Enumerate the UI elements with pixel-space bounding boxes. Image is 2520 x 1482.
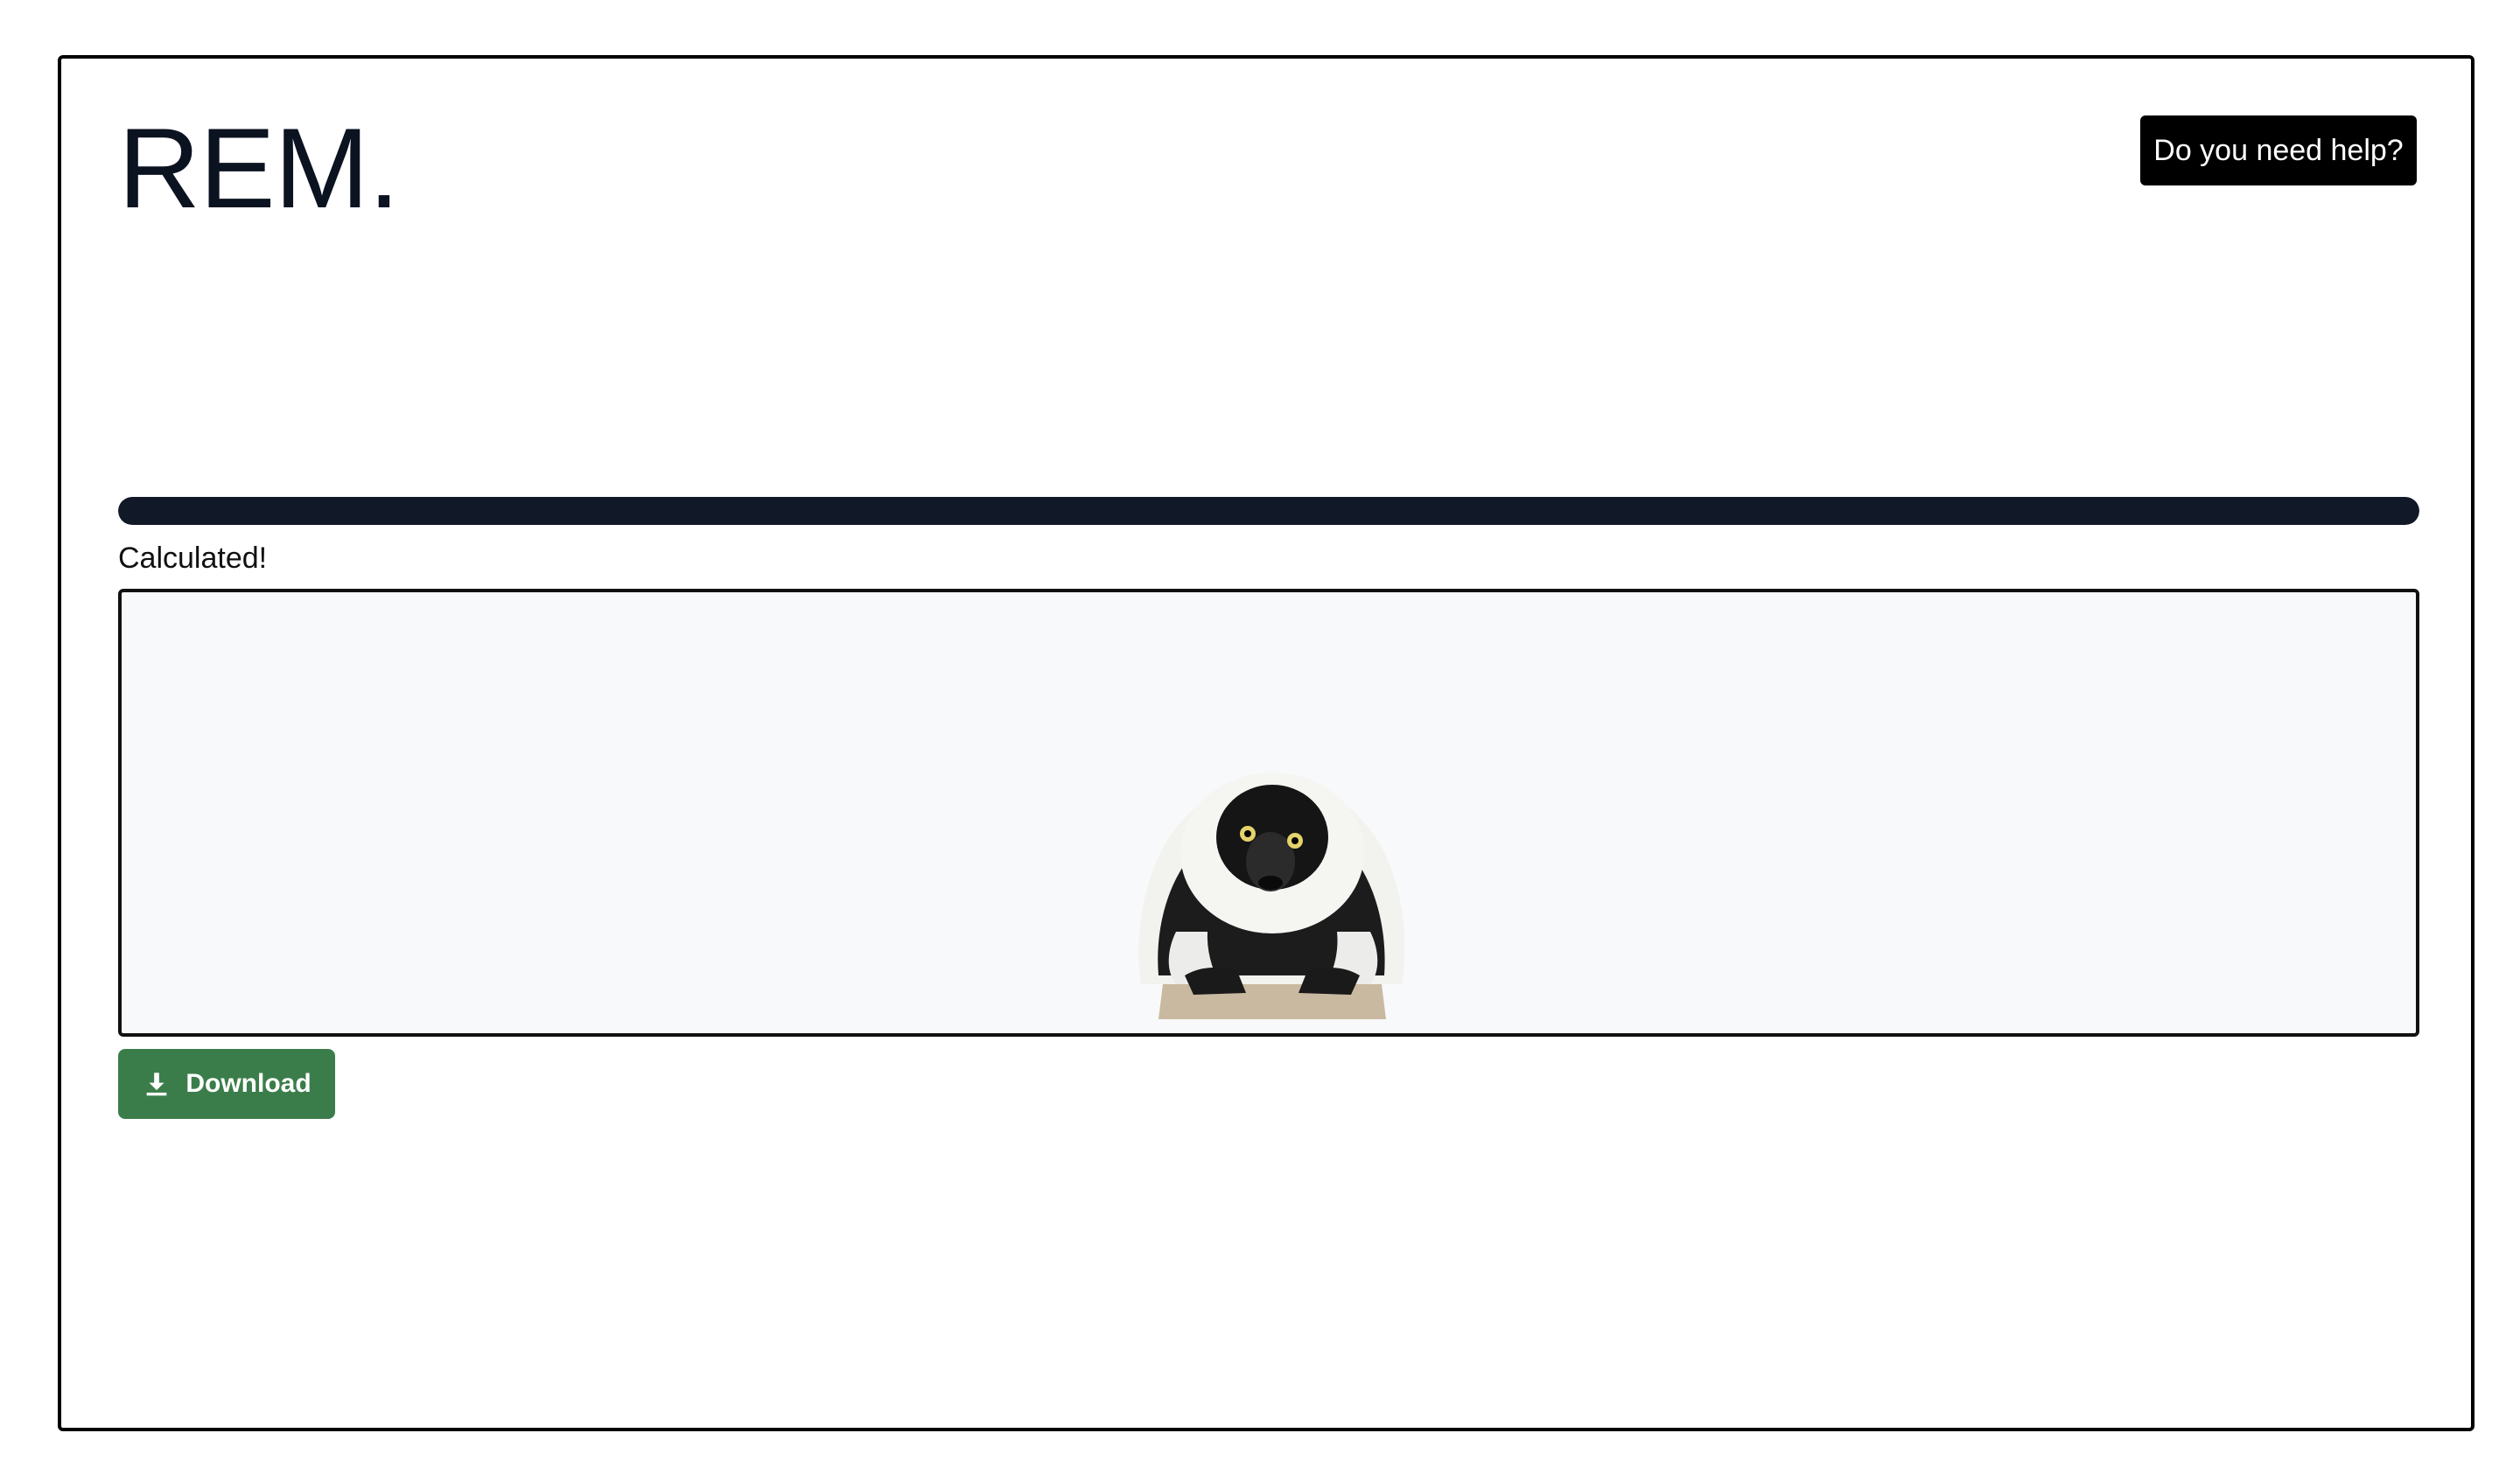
status-text: Calculated! xyxy=(118,542,268,575)
image-preview xyxy=(118,589,2419,1037)
progress-bar xyxy=(118,497,2419,525)
help-button[interactable]: Do you need help? xyxy=(2140,115,2417,185)
progress-fill xyxy=(118,497,2419,525)
download-button[interactable]: Download xyxy=(118,1049,335,1119)
download-label: Download xyxy=(186,1069,312,1098)
download-icon xyxy=(146,1073,167,1096)
logo: REM. xyxy=(118,104,400,232)
app-frame: REM. Do you need help? Calculated! Downl… xyxy=(58,55,2474,1431)
lemur-icon xyxy=(1138,772,1405,1019)
